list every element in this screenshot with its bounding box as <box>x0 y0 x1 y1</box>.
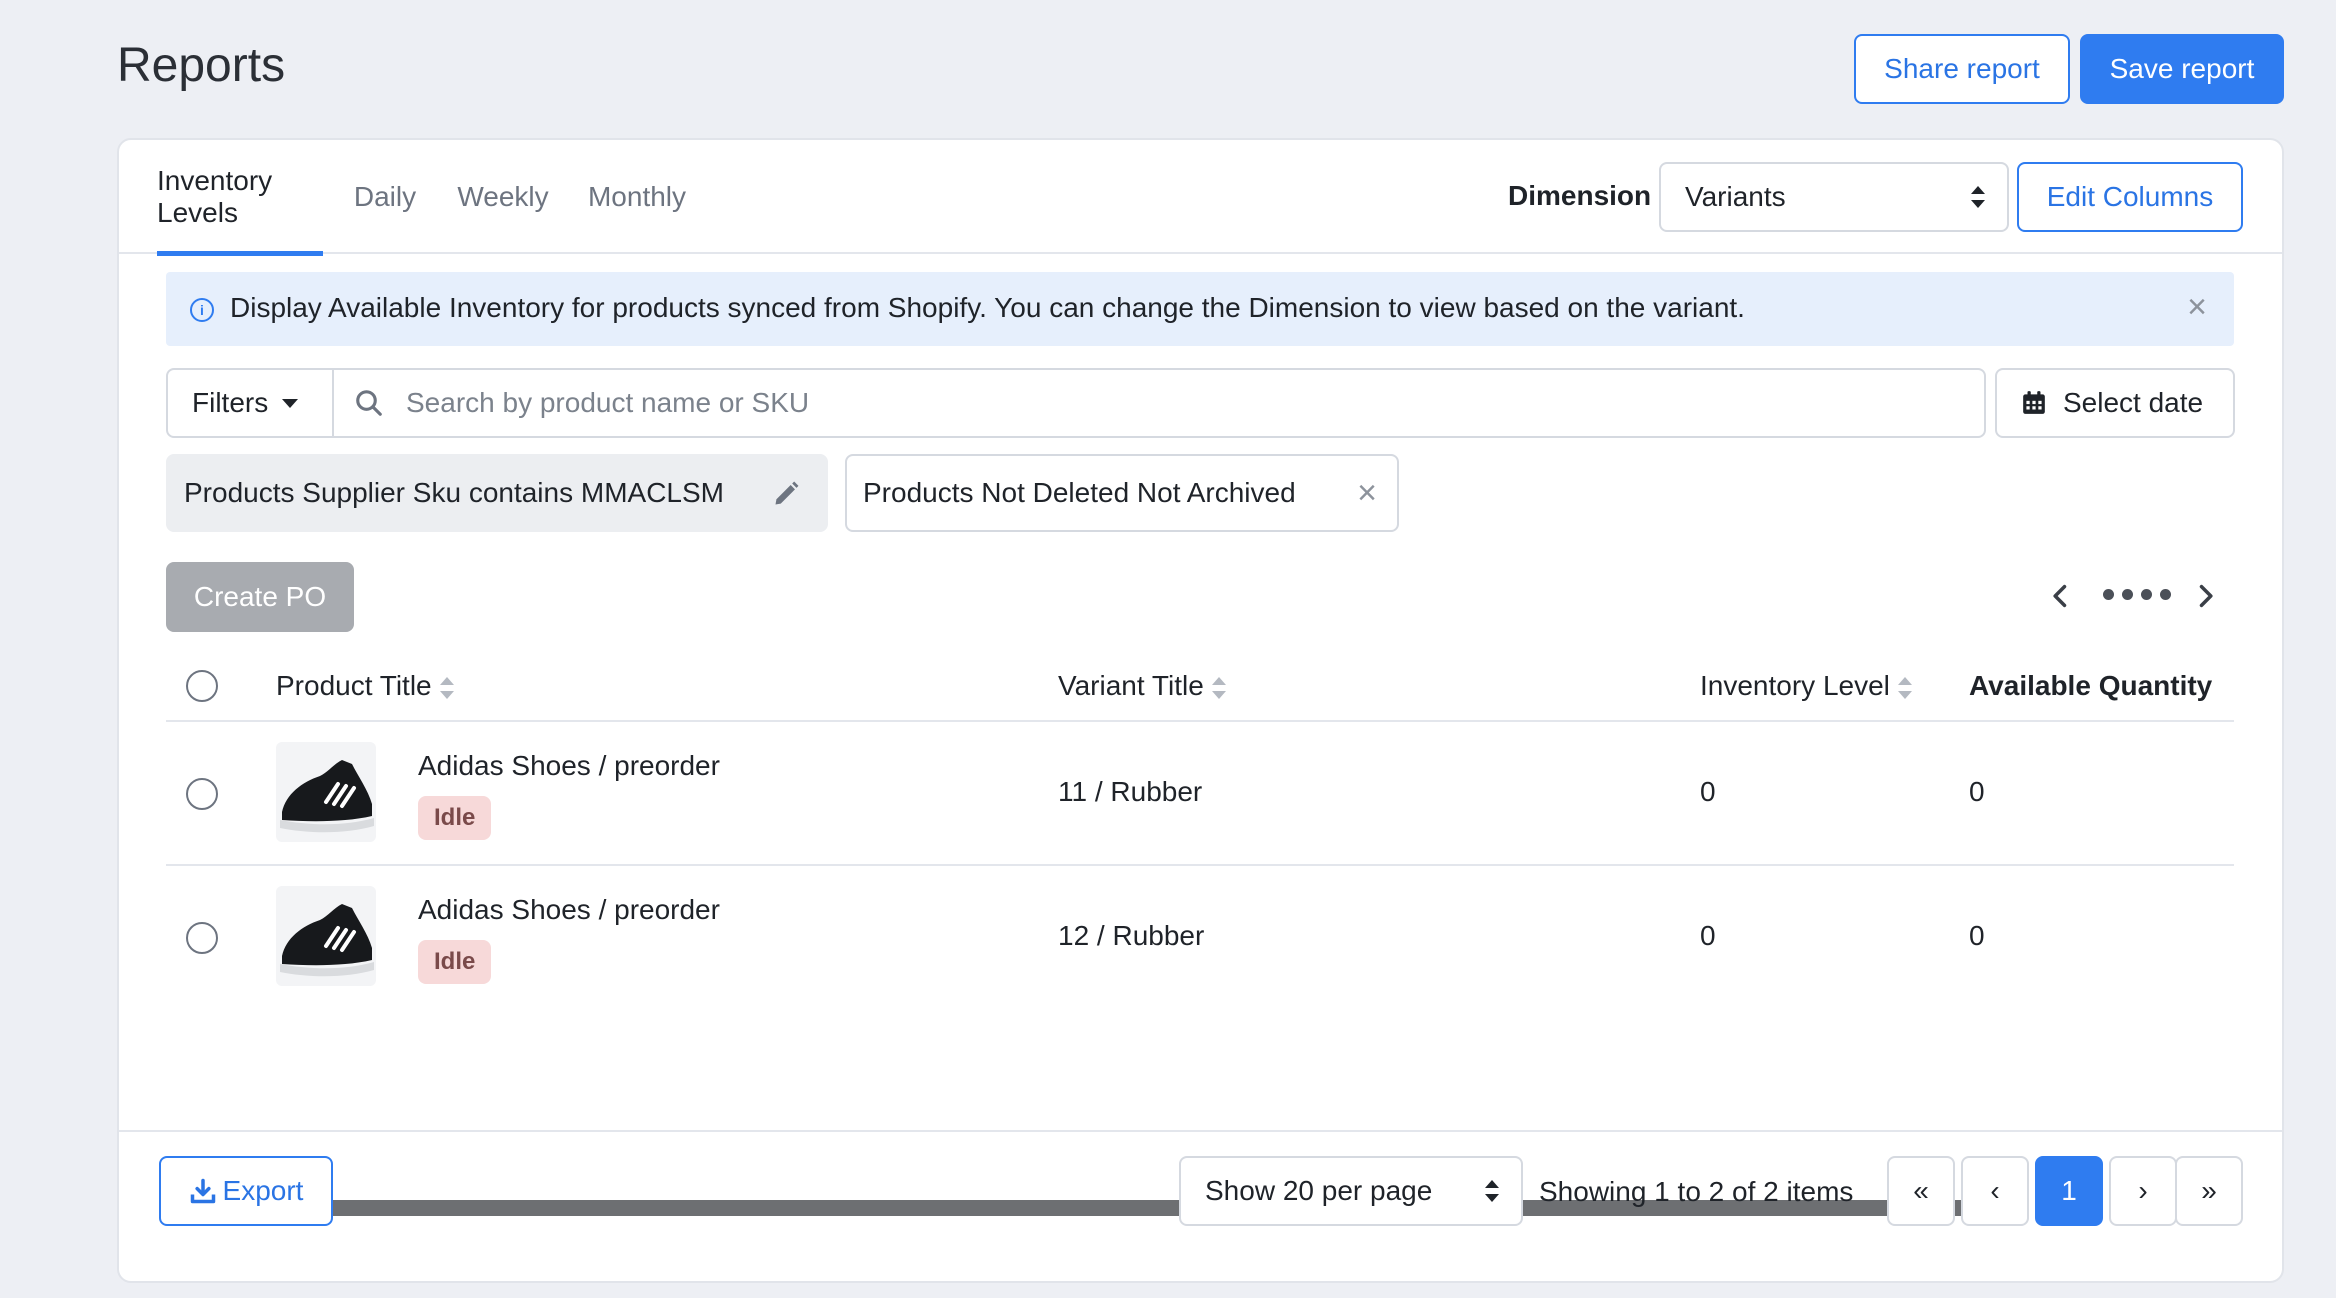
column-label: Available Quantity <box>1969 670 2213 701</box>
close-icon[interactable]: × <box>2180 290 2214 324</box>
filter-chip-label: Products Supplier Sku contains MMACLSM <box>184 477 724 508</box>
available-quantity: 0 <box>1969 776 1985 807</box>
row-checkbox[interactable] <box>186 778 218 810</box>
dot-icon <box>2103 589 2114 600</box>
column-label: Variant Title <box>1058 670 1204 701</box>
tab-inventory-levels[interactable]: Inventory Levels <box>157 140 323 256</box>
tab-daily[interactable]: Daily <box>337 140 433 254</box>
search-input[interactable] <box>404 374 1964 432</box>
filters-label: Filters <box>192 387 269 418</box>
dimension-select[interactable]: Variants <box>1659 162 2009 232</box>
inventory-level: 0 <box>1700 776 1716 807</box>
export-label: Export <box>222 1175 304 1206</box>
inventory-level: 0 <box>1700 920 1716 951</box>
select-arrows-icon <box>1971 186 1985 208</box>
row-checkbox[interactable] <box>186 922 218 954</box>
remove-icon[interactable]: × <box>1357 476 1377 510</box>
previous-page-button[interactable]: ‹ <box>1961 1156 2029 1226</box>
per-page-select[interactable]: Show 20 per page <box>1179 1156 1523 1226</box>
page-title: Reports <box>117 39 286 92</box>
sort-icon <box>1897 676 1912 699</box>
column-header-available-quantity[interactable]: Available Quantity <box>1969 670 2212 702</box>
dot-icon <box>2160 589 2171 600</box>
chevron-left-icon[interactable] <box>2047 582 2075 610</box>
dimension-label: Dimension <box>1508 180 1652 211</box>
caret-down-icon <box>282 398 299 408</box>
create-po-button[interactable]: Create PO <box>166 562 354 632</box>
filter-chip-label: Products Not Deleted Not Archived <box>863 477 1296 508</box>
status-badge: Idle <box>418 940 492 984</box>
filter-chip-not-deleted[interactable]: Products Not Deleted Not Archived × <box>845 454 1399 532</box>
sort-icon <box>439 676 454 699</box>
tab-monthly[interactable]: Monthly <box>573 140 701 254</box>
footer-divider <box>119 1130 2282 1132</box>
share-report-button[interactable]: Share report <box>1854 34 2070 104</box>
column-header-product-title[interactable]: Product Title <box>276 670 454 702</box>
banner-text: Display Available Inventory for products… <box>230 292 1745 323</box>
table-header: Product Title Variant Title Inventory Le… <box>166 650 2234 722</box>
select-date-label: Select date <box>2063 387 2204 418</box>
column-label: Product Title <box>276 670 432 701</box>
select-all-checkbox[interactable] <box>186 670 218 702</box>
search-icon <box>356 390 382 416</box>
download-icon <box>190 1178 215 1204</box>
info-icon: i <box>190 298 214 322</box>
calendar-icon <box>2023 391 2045 414</box>
filters-dropdown-button[interactable]: Filters <box>168 370 334 436</box>
pencil-icon[interactable] <box>772 480 800 508</box>
inventory-table: Product Title Variant Title Inventory Le… <box>166 650 2234 1010</box>
per-page-value: Show 20 per page <box>1205 1175 1433 1206</box>
edit-columns-button[interactable]: Edit Columns <box>2017 162 2243 232</box>
showing-count: Showing 1 to 2 of 2 items <box>1539 1176 1854 1207</box>
filter-chip-supplier-sku[interactable]: Products Supplier Sku contains MMACLSM <box>166 454 828 532</box>
variant-title: 11 / Rubber <box>1058 776 1203 807</box>
first-page-button[interactable]: « <box>1887 1156 1955 1226</box>
product-thumbnail <box>276 742 376 842</box>
report-tabs: Inventory Levels Daily Weekly Monthly Di… <box>119 140 2282 256</box>
product-title[interactable]: Adidas Shoes / preorder <box>418 750 720 782</box>
dimension-value: Variants <box>1685 181 1786 212</box>
page-1-button[interactable]: 1 <box>2035 1156 2103 1226</box>
available-quantity: 0 <box>1969 920 1985 951</box>
page-dots <box>2103 589 2171 600</box>
table-row: Adidas Shoes / preorder Idle 11 / Rubber… <box>166 722 2234 866</box>
variant-title: 12 / Rubber <box>1058 920 1205 951</box>
export-button[interactable]: Export <box>159 1156 333 1226</box>
column-label: Inventory Level <box>1700 670 1890 701</box>
sort-icon <box>1211 676 1226 699</box>
column-header-inventory-level[interactable]: Inventory Level <box>1700 670 1912 702</box>
product-thumbnail <box>276 886 376 986</box>
column-header-variant-title[interactable]: Variant Title <box>1058 670 1226 702</box>
select-date-button[interactable]: Select date <box>1995 368 2235 438</box>
chevron-right-icon[interactable] <box>2191 582 2219 610</box>
status-badge: Idle <box>418 796 492 840</box>
table-row: Adidas Shoes / preorder Idle 12 / Rubber… <box>166 866 2234 1010</box>
dot-icon <box>2122 589 2133 600</box>
product-title[interactable]: Adidas Shoes / preorder <box>418 894 720 926</box>
dot-icon <box>2141 589 2152 600</box>
next-page-button[interactable]: › <box>2109 1156 2177 1226</box>
tab-weekly[interactable]: Weekly <box>447 140 559 254</box>
report-card: Inventory Levels Daily Weekly Monthly Di… <box>117 138 2284 1283</box>
column-scroll-nav <box>2047 576 2237 616</box>
last-page-button[interactable]: » <box>2175 1156 2243 1226</box>
filter-bar: Filters <box>166 368 1986 438</box>
select-arrows-icon <box>1485 1180 1499 1202</box>
save-report-button[interactable]: Save report <box>2080 34 2284 104</box>
info-banner: i Display Available Inventory for produc… <box>166 272 2234 346</box>
